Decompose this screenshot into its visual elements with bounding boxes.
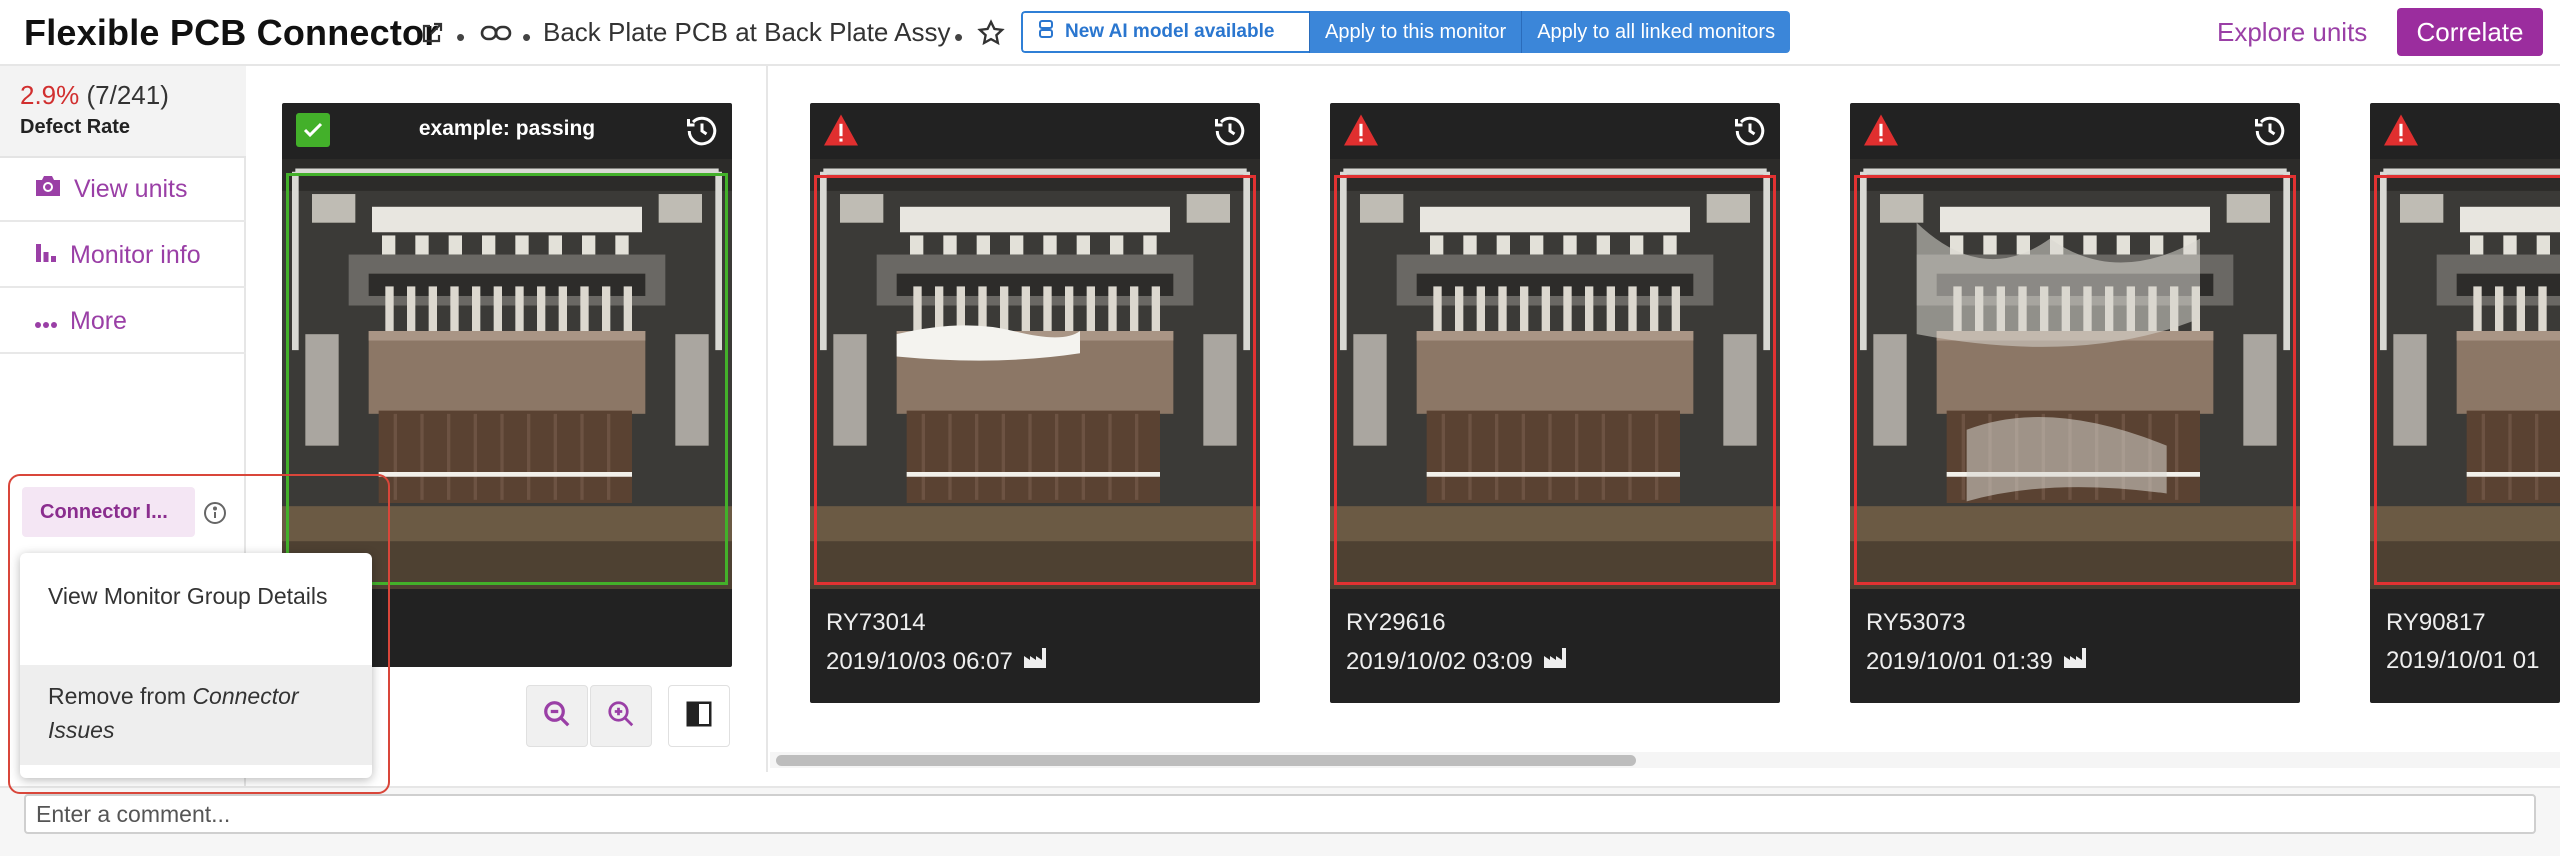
unit-image [1330, 159, 1780, 589]
unit-date: 2019/10/02 03:09 [1346, 647, 1533, 675]
page-title: Flexible PCB Connector [24, 12, 439, 53]
defect-bounding-box [1334, 175, 1776, 585]
scrollbar-thumb[interactable] [776, 755, 1636, 766]
card-header [1850, 103, 2300, 159]
history-icon[interactable] [1732, 113, 1768, 154]
unit-date: 2019/10/01 01 [2386, 647, 2540, 674]
star-icon[interactable] [976, 18, 1006, 48]
factory-icon [2063, 647, 2091, 676]
sidebar-item-label: View units [74, 174, 188, 203]
zoom-in-button[interactable] [590, 685, 652, 747]
unit-card[interactable]: RY53073 2019/10/01 01:39 [1850, 103, 2300, 703]
card-header [810, 103, 1260, 159]
unit-card[interactable]: RY29616 2019/10/02 03:09 [1330, 103, 1780, 703]
unit-timestamp: 2019/10/02 03:09 [1346, 647, 1571, 676]
card-header [2370, 103, 2560, 159]
breadcrumb-station[interactable]: Back Plate PCB at Back Plate Assy [543, 17, 951, 48]
ai-model-icon [1037, 19, 1055, 45]
unit-timestamp: 2019/10/03 06:07 [826, 647, 1051, 676]
apply-to-all-linked-button[interactable]: Apply to all linked monitors [1521, 11, 1791, 53]
sidebar-item-label: More [70, 306, 127, 335]
defect-rate-panel: 2.9% (7/241) Defect Rate [0, 66, 246, 158]
ellipsis-icon [34, 307, 58, 336]
group-context-menu: View Monitor Group Details Remove from C… [20, 553, 372, 778]
unit-id: RY73014 [826, 609, 926, 636]
example-label: example: passing [418, 117, 596, 140]
unit-card[interactable]: RY73014 2019/10/03 06:07 [810, 103, 1260, 703]
panel-divider [766, 66, 768, 772]
defect-rate-count: (7/241) [86, 80, 169, 110]
unit-id: RY29616 [1346, 609, 1446, 636]
defect-rate-value: 2.9% (7/241) [20, 80, 169, 111]
warning-icon [2382, 113, 2420, 152]
warning-icon [1342, 113, 1380, 152]
warning-icon [1862, 113, 1900, 152]
separator-dot: • [456, 22, 466, 52]
ai-model-banner: New AI model available [1021, 11, 1309, 53]
unit-id: RY90817 [2386, 609, 2486, 636]
defect-bounding-box [814, 175, 1256, 585]
card-header: example: passing [282, 103, 732, 159]
history-icon[interactable] [2252, 113, 2288, 154]
sidebar-item-more[interactable]: More [0, 290, 246, 354]
link-icon[interactable] [478, 18, 514, 48]
header-bar: Flexible PCB Connector • • Back Plate PC… [0, 0, 2560, 66]
camera-icon [34, 174, 62, 205]
history-icon[interactable] [1212, 113, 1248, 154]
warning-icon [822, 113, 860, 152]
unit-timestamp: 2019/10/01 01:39 [1866, 647, 2091, 676]
unit-id: RY53073 [1866, 609, 1966, 636]
unit-card[interactable]: RY90817 2019/10/01 01 [2370, 103, 2560, 703]
sidebar-item-label: Monitor info [70, 240, 201, 269]
card-header [1330, 103, 1780, 159]
separator-dot: • [954, 22, 964, 52]
zoom-out-button[interactable] [526, 685, 588, 747]
unit-image [1850, 159, 2300, 589]
factory-icon [1023, 647, 1051, 676]
defect-rate-label: Defect Rate [20, 116, 131, 138]
bar-chart-icon [34, 240, 58, 271]
external-link-icon[interactable] [417, 18, 447, 48]
unit-image [2370, 159, 2560, 589]
menu-item-view-group-details[interactable]: View Monitor Group Details [20, 579, 372, 651]
sidebar-item-monitor-info[interactable]: Monitor info [0, 224, 246, 288]
ai-model-text: New AI model available [1065, 21, 1275, 42]
zoom-out-icon [542, 699, 572, 734]
correlate-button[interactable]: Correlate [2397, 8, 2543, 56]
sidebar-item-view-units[interactable]: View units [0, 158, 246, 222]
separator-dot: • [522, 22, 532, 52]
unit-date: 2019/10/01 01:39 [1866, 647, 2053, 675]
defect-bounding-box [1854, 175, 2296, 585]
menu-item-label: Remove from [48, 683, 193, 709]
ai-model-bar: New AI model available Apply to this mon… [1021, 11, 1791, 53]
defect-bounding-box [2374, 175, 2560, 585]
comment-input[interactable] [24, 794, 2536, 834]
compare-toggle-button[interactable] [668, 685, 730, 747]
apply-to-monitor-button[interactable]: Apply to this monitor [1309, 11, 1522, 53]
split-view-icon [684, 699, 714, 734]
unit-image [810, 159, 1260, 589]
factory-icon [1543, 647, 1571, 676]
history-icon[interactable] [684, 113, 720, 154]
app-window: Flexible PCB Connector • • Back Plate PC… [0, 0, 2560, 856]
unit-date: 2019/10/03 06:07 [826, 647, 1013, 675]
comment-bar [0, 786, 2560, 856]
menu-item-remove-from-group[interactable]: Remove from Connector Issues [20, 665, 372, 765]
zoom-in-icon [606, 699, 636, 734]
explore-units-link[interactable]: Explore units [2217, 17, 2367, 48]
defect-rate-percent: 2.9% [20, 80, 80, 110]
